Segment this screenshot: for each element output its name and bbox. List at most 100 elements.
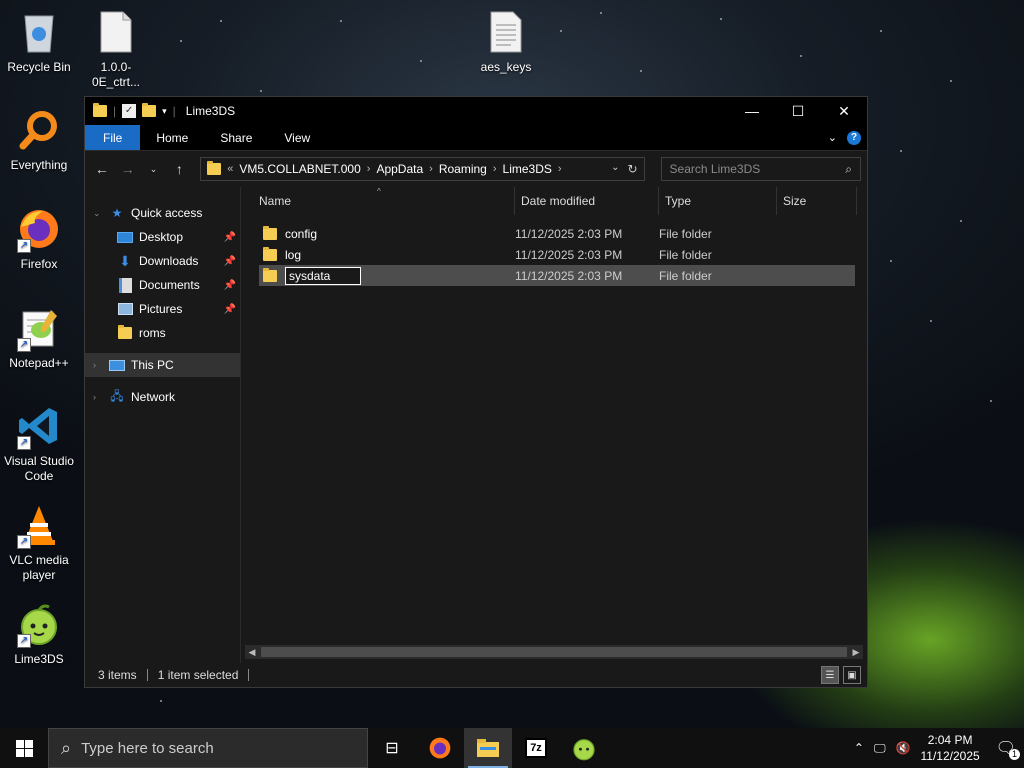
- volume-muted-icon[interactable]: 🔇: [896, 741, 911, 755]
- address-bar[interactable]: « VM5.COLLABNET.000 › AppData › Roaming …: [200, 157, 645, 181]
- search-box[interactable]: Search Lime3DS ⌕: [660, 157, 861, 181]
- network-status-icon[interactable]: 🖵: [874, 741, 886, 756]
- help-icon[interactable]: ?: [847, 130, 861, 145]
- taskbar-search[interactable]: ⌕ Type here to search: [48, 728, 368, 768]
- qat-dropdown-icon[interactable]: ▾: [162, 106, 167, 117]
- table-row[interactable]: config 11/12/2025 2:03 PM File folder: [259, 223, 855, 244]
- tab-share[interactable]: Share: [204, 125, 268, 150]
- details-view-icon[interactable]: ☰: [821, 666, 839, 684]
- title-bar[interactable]: | ✓ ▾ | Lime3DS — ☐ ✕: [85, 97, 867, 125]
- scroll-left-icon[interactable]: ◀: [245, 647, 259, 658]
- breadcrumb-roaming[interactable]: Roaming: [439, 162, 487, 176]
- desktop-icon-file[interactable]: 1.0.0-0E_ctrt...: [78, 8, 154, 90]
- tab-home[interactable]: Home: [140, 125, 204, 150]
- large-icons-view-icon[interactable]: ▣: [843, 666, 861, 684]
- rename-input[interactable]: sysdata: [285, 266, 361, 285]
- new-folder-icon[interactable]: [142, 103, 157, 117]
- column-type[interactable]: Type: [659, 187, 777, 215]
- nav-label: Pictures: [139, 302, 183, 316]
- desktop-icon-label: Visual Studio Code: [4, 454, 74, 483]
- chevron-right-icon[interactable]: ›: [93, 360, 96, 370]
- table-row-selected[interactable]: sysdata 11/12/2025 2:03 PM File folder: [259, 265, 855, 286]
- minimize-button[interactable]: —: [729, 97, 775, 125]
- breadcrumb-appdata[interactable]: AppData: [376, 162, 423, 176]
- pin-icon[interactable]: 📌: [224, 232, 236, 243]
- desktop-icon-everything[interactable]: Everything: [1, 106, 77, 173]
- properties-icon[interactable]: ✓: [122, 104, 137, 118]
- chevron-right-icon[interactable]: ›: [367, 163, 371, 175]
- text-file-icon: [482, 8, 530, 56]
- tab-view[interactable]: View: [268, 125, 326, 150]
- notification-center-icon[interactable]: 🗨 1: [996, 738, 1020, 760]
- refresh-icon[interactable]: ↻: [627, 162, 637, 176]
- chevron-down-icon[interactable]: ⌄: [93, 208, 101, 219]
- horizontal-scrollbar[interactable]: ◀ ▶: [245, 645, 863, 659]
- nav-quick-access[interactable]: ⌄ ★ Quick access: [85, 201, 240, 225]
- chevron-right-icon[interactable]: ›: [558, 163, 562, 175]
- chevron-right-icon[interactable]: ›: [429, 163, 433, 175]
- pin-icon[interactable]: 📌: [224, 280, 236, 291]
- column-date-modified[interactable]: Date modified: [515, 187, 659, 215]
- network-icon: 🖧: [110, 388, 124, 403]
- address-dropdown-icon[interactable]: ⌄: [611, 162, 619, 176]
- folder-icon: [263, 267, 277, 282]
- file-list[interactable]: ^ Name Date modified Type Size config 11…: [241, 187, 867, 663]
- taskbar-firefox[interactable]: [416, 728, 464, 768]
- desktop-icon-label: Firefox: [20, 257, 58, 271]
- shortcut-arrow-icon: ↗: [17, 239, 31, 253]
- desktop-icon-aes-keys[interactable]: aes_keys: [468, 8, 544, 75]
- file-explorer-icon: [477, 739, 499, 757]
- taskbar-lime3ds[interactable]: [560, 728, 608, 768]
- desktop-icon-firefox[interactable]: ↗ Firefox: [1, 205, 77, 272]
- show-hidden-icons-icon[interactable]: ⌃: [854, 741, 864, 755]
- taskbar-7zip[interactable]: 7z: [512, 728, 560, 768]
- file-name: log: [285, 247, 302, 262]
- nav-network[interactable]: › 🖧 Network: [85, 385, 240, 409]
- taskbar-file-explorer[interactable]: [464, 728, 512, 768]
- desktop-icon-lime3ds[interactable]: ↗ Lime3DS: [1, 600, 77, 667]
- task-view-button[interactable]: ⊟: [368, 728, 416, 768]
- vlc-icon: ↗: [15, 501, 63, 549]
- system-tray: ⌃ 🖵 🔇 2:04 PM 11/12/2025 🗨 1: [854, 728, 1024, 768]
- desktop-icon-vlc[interactable]: ↗ VLC media player: [1, 501, 77, 583]
- desktop-icon-label: Everything: [10, 158, 68, 172]
- nav-documents[interactable]: Documents 📌: [85, 273, 240, 297]
- navigation-bar: ← → ⌄ ↑ « VM5.COLLABNET.000 › AppData › …: [85, 151, 867, 187]
- breadcrumb-overflow[interactable]: «: [227, 163, 233, 175]
- nav-desktop[interactable]: Desktop 📌: [85, 225, 240, 249]
- ribbon-expand-icon[interactable]: ⌄: [828, 131, 837, 144]
- breadcrumb-vm5[interactable]: VM5.COLLABNET.000: [239, 162, 360, 176]
- desktop-icon-vscode[interactable]: ↗ Visual Studio Code: [1, 402, 77, 484]
- nav-roms[interactable]: roms: [85, 321, 240, 345]
- back-button[interactable]: ←: [91, 157, 113, 181]
- up-button[interactable]: ↑: [168, 157, 190, 181]
- file-date: 11/12/2025 2:03 PM: [515, 226, 623, 241]
- scroll-right-icon[interactable]: ▶: [849, 647, 863, 658]
- explorer-window[interactable]: | ✓ ▾ | Lime3DS — ☐ ✕ File Home Share Vi…: [84, 96, 868, 688]
- firefox-icon: [429, 737, 451, 759]
- recent-locations-button[interactable]: ⌄: [143, 157, 165, 181]
- desktop-icon-notepadpp[interactable]: ↗ Notepad++: [1, 304, 77, 371]
- forward-button[interactable]: →: [117, 157, 139, 181]
- maximize-button[interactable]: ☐: [775, 97, 821, 125]
- pin-icon[interactable]: 📌: [224, 304, 236, 315]
- folder-icon: [263, 225, 277, 240]
- nav-this-pc[interactable]: › This PC: [85, 353, 240, 377]
- clock[interactable]: 2:04 PM 11/12/2025: [921, 732, 980, 764]
- table-row[interactable]: log 11/12/2025 2:03 PM File folder: [259, 244, 855, 265]
- desktop-icon-recycle-bin[interactable]: Recycle Bin: [1, 8, 77, 75]
- pin-icon[interactable]: 📌: [224, 256, 236, 267]
- tab-file[interactable]: File: [85, 125, 141, 150]
- search-icon[interactable]: ⌕: [845, 162, 852, 177]
- column-size[interactable]: Size: [777, 187, 857, 215]
- nav-downloads[interactable]: ⬇ Downloads 📌: [85, 249, 240, 273]
- downloads-icon: ⬇: [119, 252, 131, 269]
- start-button[interactable]: [0, 728, 48, 768]
- breadcrumb-lime3ds[interactable]: Lime3DS: [503, 162, 552, 176]
- chevron-right-icon[interactable]: ›: [93, 392, 96, 402]
- chevron-right-icon[interactable]: ›: [493, 163, 497, 175]
- close-button[interactable]: ✕: [821, 97, 867, 125]
- nav-pictures[interactable]: Pictures 📌: [85, 297, 240, 321]
- clock-time: 2:04 PM: [927, 733, 973, 747]
- scrollbar-thumb[interactable]: [261, 647, 847, 657]
